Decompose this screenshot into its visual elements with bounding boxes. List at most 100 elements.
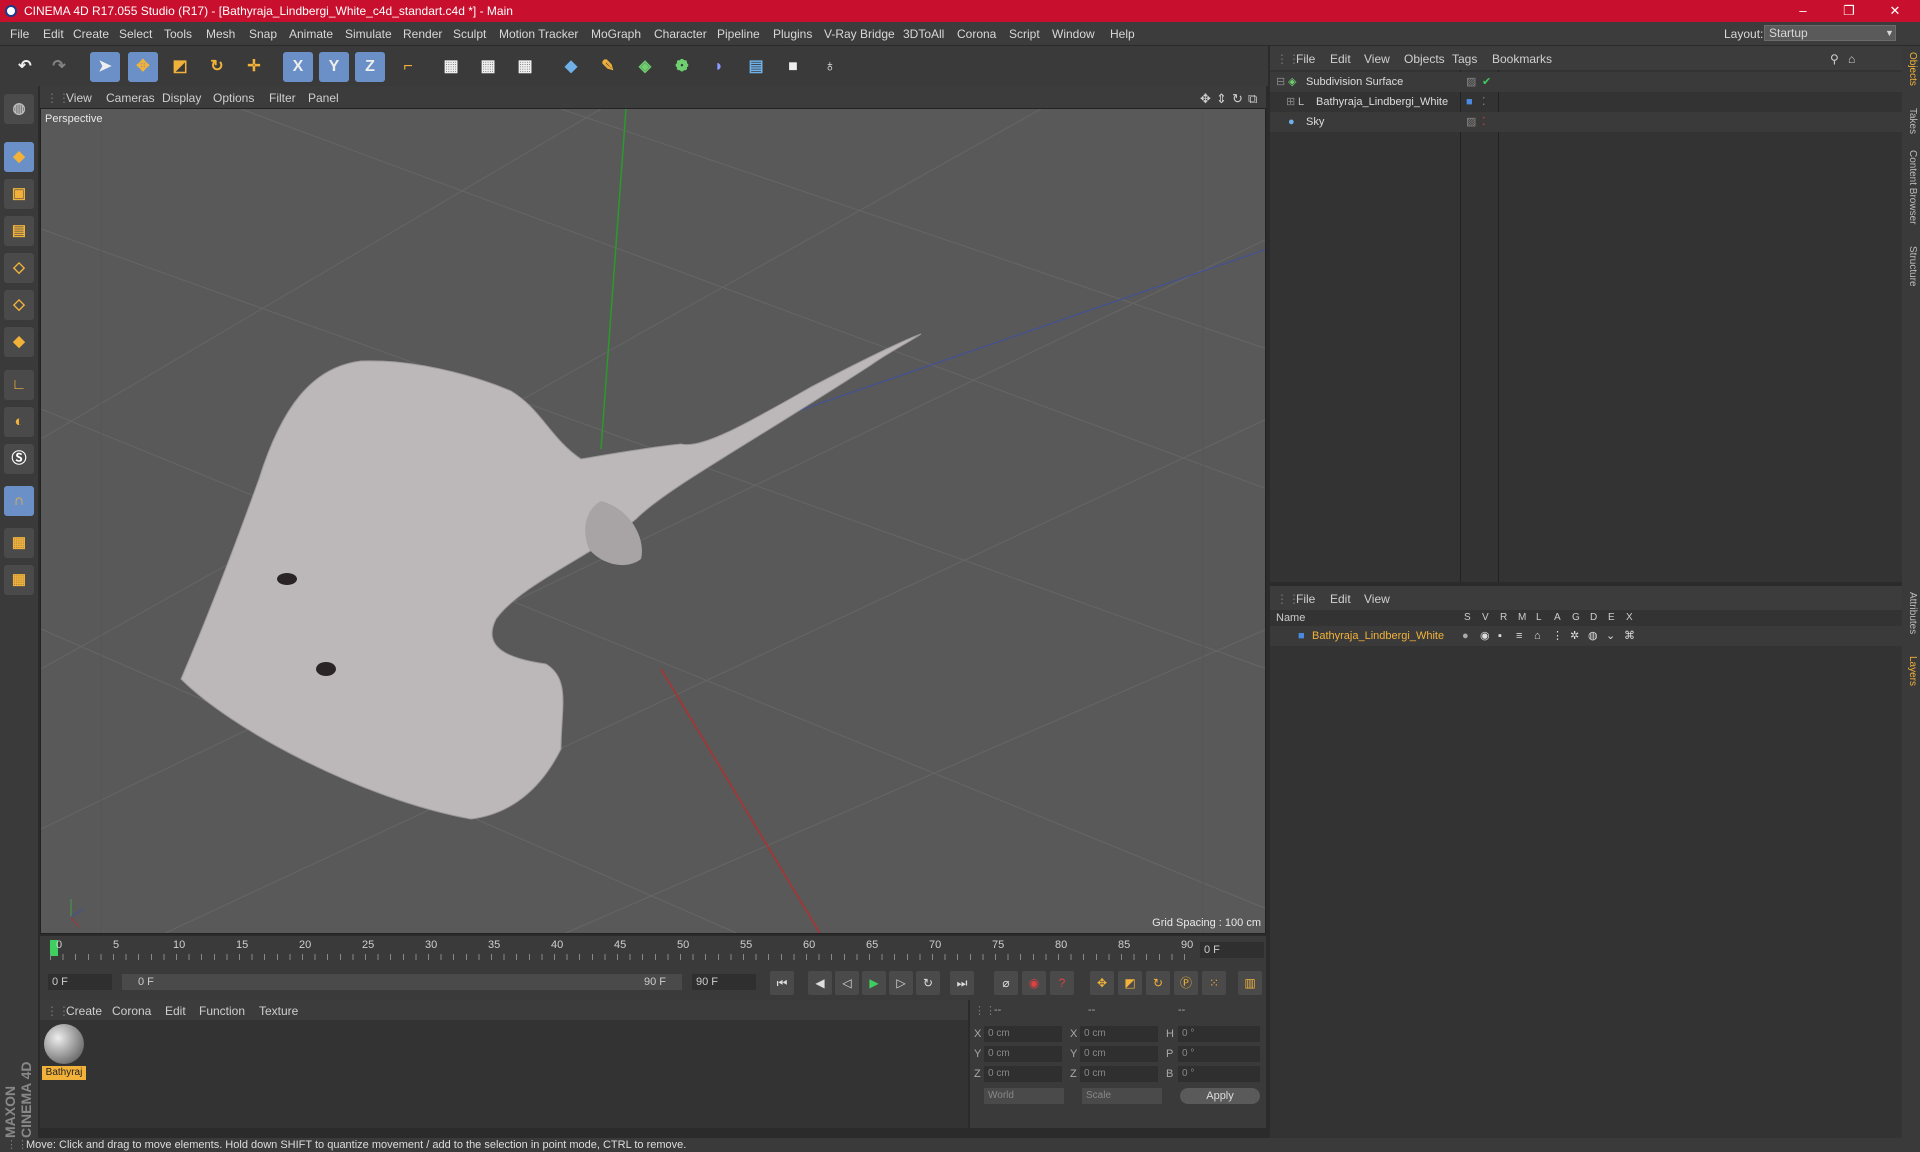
- edge-mode-button[interactable]: ◇: [4, 290, 34, 320]
- layer-color-swatch[interactable]: ■: [1466, 92, 1473, 112]
- home-icon[interactable]: ⌂: [1848, 52, 1855, 66]
- render-dots-icon[interactable]: ⁚: [1482, 112, 1486, 132]
- add-floor-button[interactable]: ▤: [741, 52, 771, 82]
- menu-pipeline[interactable]: Pipeline: [717, 27, 760, 41]
- key-scale-button[interactable]: ◩: [1118, 971, 1142, 995]
- viewport-menu-options[interactable]: Options: [213, 91, 254, 105]
- tweak-mode-button[interactable]: ◐: [4, 407, 34, 437]
- live-selection-button[interactable]: ✛: [239, 52, 269, 82]
- go-to-end-button[interactable]: ⏭: [950, 971, 974, 995]
- render-settings-button[interactable]: ▦: [510, 52, 540, 82]
- record-active-button[interactable]: ⌀: [994, 971, 1018, 995]
- texture-mode-button[interactable]: ▣: [4, 179, 34, 209]
- object-menu-edit[interactable]: Edit: [1330, 52, 1351, 66]
- current-frame-field[interactable]: 0 F: [1200, 942, 1264, 958]
- viewport-maximize-icon[interactable]: ⧉: [1248, 91, 1257, 107]
- viewport-menu-view[interactable]: View: [66, 91, 92, 105]
- layer-animation-icon[interactable]: ⋮: [1552, 626, 1563, 646]
- tab-layers[interactable]: Layers: [1904, 656, 1918, 686]
- key-rotation-button[interactable]: ↻: [1146, 971, 1170, 995]
- layer-lock-icon[interactable]: ⌂: [1534, 626, 1541, 646]
- timeline-window-button[interactable]: ▥: [1238, 971, 1262, 995]
- object-row-bathyraja[interactable]: ⊞ L Bathyraja_Lindbergi_White ■ ⁚: [1270, 92, 1902, 112]
- menu-sculpt[interactable]: Sculpt: [453, 27, 486, 41]
- menu-window[interactable]: Window: [1052, 27, 1095, 41]
- go-to-start-button[interactable]: ⏮: [770, 971, 794, 995]
- layout-dropdown[interactable]: Startup ▼: [1764, 25, 1896, 41]
- expand-icon[interactable]: ⊞: [1286, 92, 1295, 112]
- next-key-button[interactable]: ↻: [916, 971, 940, 995]
- move-tool-button[interactable]: ✥: [128, 52, 158, 82]
- object-row-sky[interactable]: ● Sky ▨ ⁚: [1270, 112, 1902, 132]
- minimize-button[interactable]: –: [1780, 0, 1826, 22]
- point-mode-button[interactable]: ◇: [4, 253, 34, 283]
- add-camera-button[interactable]: ■: [778, 52, 808, 82]
- previous-frame-button[interactable]: ◁: [835, 971, 859, 995]
- layer-menu-edit[interactable]: Edit: [1330, 592, 1351, 606]
- collapse-icon[interactable]: ⊟: [1276, 72, 1285, 92]
- object-menu-file[interactable]: File: [1296, 52, 1315, 66]
- coord-pos-y-field[interactable]: 0 cm: [984, 1046, 1062, 1062]
- render-picture-viewer-button[interactable]: ▦: [473, 52, 503, 82]
- keyframe-selection-button[interactable]: ?: [1050, 971, 1074, 995]
- redo-button[interactable]: ↷: [44, 52, 74, 82]
- z-axis-button[interactable]: Z: [355, 52, 385, 82]
- menu-select[interactable]: Select: [119, 27, 152, 41]
- viewport-menu-panel[interactable]: Panel: [308, 91, 339, 105]
- menu-simulate[interactable]: Simulate: [345, 27, 392, 41]
- layer-xref-icon[interactable]: ⌘: [1624, 626, 1635, 646]
- menu-mograph[interactable]: MoGraph: [591, 27, 641, 41]
- menu-character[interactable]: Character: [654, 27, 707, 41]
- menu-snap[interactable]: Snap: [249, 27, 277, 41]
- material-menu-corona[interactable]: Corona: [112, 1004, 151, 1018]
- material-menu-edit[interactable]: Edit: [165, 1004, 186, 1018]
- play-button[interactable]: ▶: [862, 971, 886, 995]
- polygon-mode-button[interactable]: ◆: [4, 327, 34, 357]
- object-menu-bookmarks[interactable]: Bookmarks: [1492, 52, 1552, 66]
- key-pla-button[interactable]: ⁙: [1202, 971, 1226, 995]
- layer-expression-icon[interactable]: ⌄: [1606, 626, 1615, 646]
- tab-takes[interactable]: Takes: [1904, 108, 1918, 134]
- object-row-subdivision[interactable]: ⊟ ◈ Subdivision Surface ▨ ✔: [1270, 72, 1902, 92]
- coord-world-dropdown[interactable]: World: [984, 1088, 1064, 1104]
- rotate-tool-button[interactable]: ↻: [202, 52, 232, 82]
- add-spline-button[interactable]: ✎: [593, 52, 623, 82]
- next-frame-button[interactable]: ▷: [889, 971, 913, 995]
- lock-workplane-button[interactable]: ▦: [4, 528, 34, 558]
- object-menu-objects[interactable]: Objects: [1404, 52, 1445, 66]
- coord-rot-p-field[interactable]: 0 °: [1178, 1046, 1260, 1062]
- layer-name[interactable]: Bathyraja_Lindbergi_White: [1312, 626, 1444, 646]
- layer-row[interactable]: ■ Bathyraja_Lindbergi_White ● ◉ ▪ ≡ ⌂ ⋮ …: [1270, 626, 1902, 646]
- material-menu-create[interactable]: Create: [66, 1004, 102, 1018]
- start-frame-field[interactable]: 0 F: [48, 974, 112, 990]
- render-dots-icon[interactable]: ⁚: [1482, 92, 1486, 112]
- make-editable-button[interactable]: ◍: [4, 94, 34, 124]
- material-preview-sphere[interactable]: [44, 1024, 84, 1064]
- snap-button[interactable]: Ⓢ: [4, 444, 34, 474]
- coord-rot-b-field[interactable]: 0 °: [1178, 1066, 1260, 1082]
- menu-mesh[interactable]: Mesh: [206, 27, 235, 41]
- viewport-nav-zoom-icon[interactable]: ⇕: [1216, 91, 1227, 107]
- coord-pos-x-field[interactable]: 0 cm: [984, 1026, 1062, 1042]
- menu-motion-tracker[interactable]: Motion Tracker: [499, 27, 578, 41]
- viewport-menu-filter[interactable]: Filter: [269, 91, 296, 105]
- menu-render[interactable]: Render: [403, 27, 442, 41]
- material-name-label[interactable]: Bathyraj: [42, 1066, 86, 1080]
- layer-render-icon[interactable]: ▪: [1498, 626, 1502, 646]
- layer-deformer-icon[interactable]: ◍: [1588, 626, 1598, 646]
- render-view-button[interactable]: ▦: [436, 52, 466, 82]
- coord-size-y-field[interactable]: 0 cm: [1080, 1046, 1158, 1062]
- search-icon[interactable]: ⚲: [1830, 52, 1839, 66]
- layer-manager-icon[interactable]: ≡: [1516, 626, 1522, 646]
- object-menu-view[interactable]: View: [1364, 52, 1390, 66]
- x-axis-button[interactable]: X: [283, 52, 313, 82]
- add-cube-button[interactable]: ◆: [556, 52, 586, 82]
- key-parameter-button[interactable]: Ⓟ: [1174, 971, 1198, 995]
- undo-button[interactable]: ↶: [10, 52, 40, 82]
- viewport-menu-display[interactable]: Display: [162, 91, 201, 105]
- coord-size-x-field[interactable]: 0 cm: [1080, 1026, 1158, 1042]
- frame-range-slider[interactable]: 0 F 90 F: [122, 974, 682, 990]
- coord-scale-dropdown[interactable]: Scale: [1082, 1088, 1162, 1104]
- add-light-button[interactable]: ♁: [815, 52, 845, 82]
- tab-attributes[interactable]: Attributes: [1904, 592, 1918, 634]
